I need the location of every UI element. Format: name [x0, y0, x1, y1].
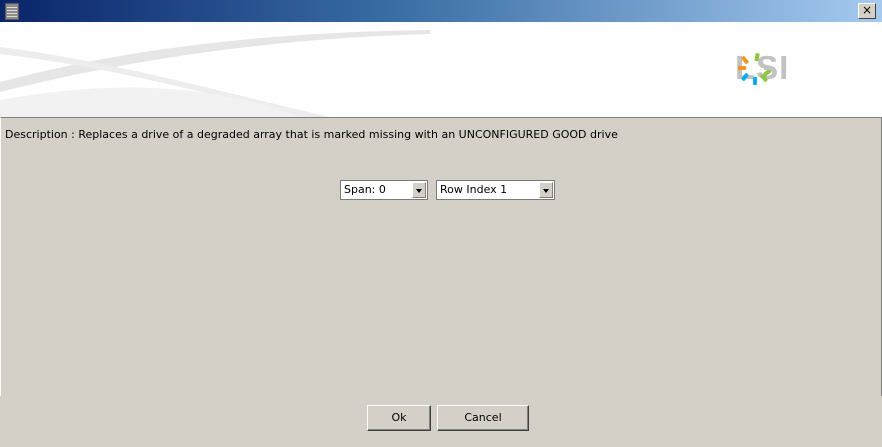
server-icon [5, 3, 19, 20]
title-bar[interactable]: × [0, 0, 882, 22]
span-select[interactable]: Span: 0 [340, 180, 428, 200]
button-bar: Ok Cancel [0, 396, 882, 447]
ok-button[interactable]: Ok [367, 405, 431, 431]
close-button[interactable]: × [858, 3, 876, 19]
cancel-button[interactable]: Cancel [437, 405, 529, 431]
description-text: Description : Replaces a drive of a degr… [5, 128, 618, 141]
chevron-down-icon[interactable] [539, 182, 553, 198]
header-banner: LSI [0, 22, 882, 117]
close-icon: × [861, 3, 873, 17]
row-index-select[interactable]: Row Index 1 [436, 180, 555, 200]
span-select-value: Span: 0 [344, 183, 386, 196]
row-index-select-value: Row Index 1 [440, 183, 508, 196]
chevron-down-icon[interactable] [412, 182, 426, 198]
lsi-starburst-icon [738, 53, 772, 85]
main-panel: Description : Replaces a drive of a degr… [0, 117, 882, 397]
